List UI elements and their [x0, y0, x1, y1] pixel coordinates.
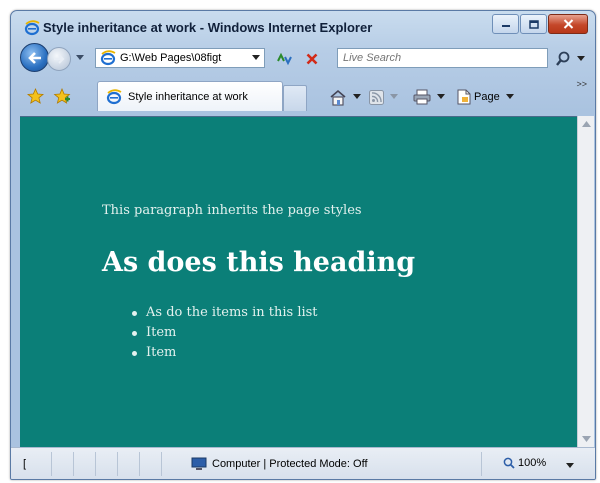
status-divider	[161, 452, 162, 476]
security-zone[interactable]: Computer | Protected Mode: Off	[191, 457, 368, 471]
minimize-button[interactable]	[492, 14, 519, 34]
stop-button[interactable]	[301, 49, 323, 69]
page-content: This paragraph inherits the page styles …	[20, 116, 577, 447]
new-tab-button[interactable]	[283, 85, 307, 111]
browser-window: Style inheritance at work - Windows Inte…	[10, 10, 596, 480]
list-item: Item	[130, 323, 318, 343]
search-input[interactable]	[343, 52, 523, 64]
feeds-chevron-down-icon[interactable]	[390, 94, 398, 100]
minimize-icon	[501, 25, 510, 27]
zoom-chevron-down-icon[interactable]	[566, 463, 574, 469]
refresh-icon	[277, 52, 292, 66]
back-arrow-icon	[27, 51, 41, 64]
ie-logo-icon	[24, 20, 40, 36]
refresh-button[interactable]	[273, 49, 295, 69]
more-tools-chevron-icon[interactable]: >>	[576, 79, 587, 89]
address-chevron-down-icon[interactable]	[252, 55, 260, 61]
forward-button[interactable]	[47, 47, 71, 71]
list-item: Item	[130, 343, 318, 363]
maximize-button[interactable]	[520, 14, 547, 34]
printer-icon	[413, 89, 431, 105]
rss-feed-icon	[369, 89, 384, 105]
home-chevron-down-icon[interactable]	[353, 94, 361, 100]
address-bar[interactable]: G:\Web Pages\08figt	[95, 48, 265, 68]
title-bar[interactable]: Style inheritance at work - Windows Inte…	[11, 11, 595, 41]
add-favorites-icon[interactable]	[53, 88, 71, 105]
status-divider	[95, 452, 96, 476]
status-divider	[117, 452, 118, 476]
address-value[interactable]: G:\Web Pages\08figt	[120, 52, 242, 64]
computer-icon	[191, 457, 207, 470]
status-divider	[51, 452, 52, 476]
status-divider	[481, 452, 482, 476]
ie-page-icon	[100, 50, 116, 66]
search-box[interactable]	[337, 48, 548, 68]
zoom-control[interactable]: 100%	[503, 457, 546, 469]
tab-label: Style inheritance at work	[128, 90, 248, 103]
page-heading: As does this heading	[102, 247, 416, 278]
home-button[interactable]	[329, 87, 361, 107]
favorites-star-icon[interactable]	[27, 88, 44, 105]
print-chevron-down-icon[interactable]	[437, 94, 445, 100]
page-menu-button[interactable]: Page	[457, 87, 514, 107]
recent-pages-chevron-down-icon[interactable]	[76, 55, 84, 61]
forward-arrow-icon	[54, 54, 65, 64]
status-text: [	[23, 458, 27, 470]
maximize-icon	[528, 19, 539, 29]
search-icon[interactable]	[554, 50, 572, 68]
home-icon	[330, 89, 346, 106]
tab-command-bar: Style inheritance at work Page >>	[11, 73, 595, 117]
inherit-paragraph: This paragraph inherits the page styles	[102, 203, 362, 218]
search-options-chevron-down-icon[interactable]	[577, 56, 585, 62]
ie-page-icon	[106, 88, 122, 104]
close-button[interactable]	[548, 14, 588, 34]
address-toolbar: G:\Web Pages\08figt	[11, 41, 595, 73]
page-menu-label: Page	[474, 91, 500, 103]
item-list: As do the items in this list Item Item	[130, 303, 318, 363]
zoom-magnifier-icon	[503, 457, 515, 469]
close-icon	[563, 19, 573, 29]
zoom-level: 100%	[518, 457, 547, 469]
back-button[interactable]	[20, 43, 49, 72]
print-button[interactable]	[413, 87, 445, 107]
scroll-down-arrow-icon[interactable]	[582, 436, 591, 442]
status-divider	[139, 452, 140, 476]
tab-style-inheritance[interactable]: Style inheritance at work	[97, 81, 283, 111]
vertical-scrollbar[interactable]	[577, 116, 594, 447]
page-menu-chevron-down-icon[interactable]	[505, 94, 514, 100]
stop-x-icon	[306, 53, 318, 65]
list-item: As do the items in this list	[130, 303, 318, 323]
window-title: Style inheritance at work - Windows Inte…	[43, 20, 373, 35]
security-zone-text: Computer | Protected Mode: Off	[212, 458, 368, 470]
feeds-button[interactable]	[369, 87, 398, 107]
status-bar: [ Computer | Protected Mode: Off 100%	[11, 447, 595, 479]
window-controls	[491, 14, 588, 34]
status-divider	[73, 452, 74, 476]
page-icon	[457, 89, 471, 105]
scroll-up-arrow-icon[interactable]	[582, 121, 591, 127]
